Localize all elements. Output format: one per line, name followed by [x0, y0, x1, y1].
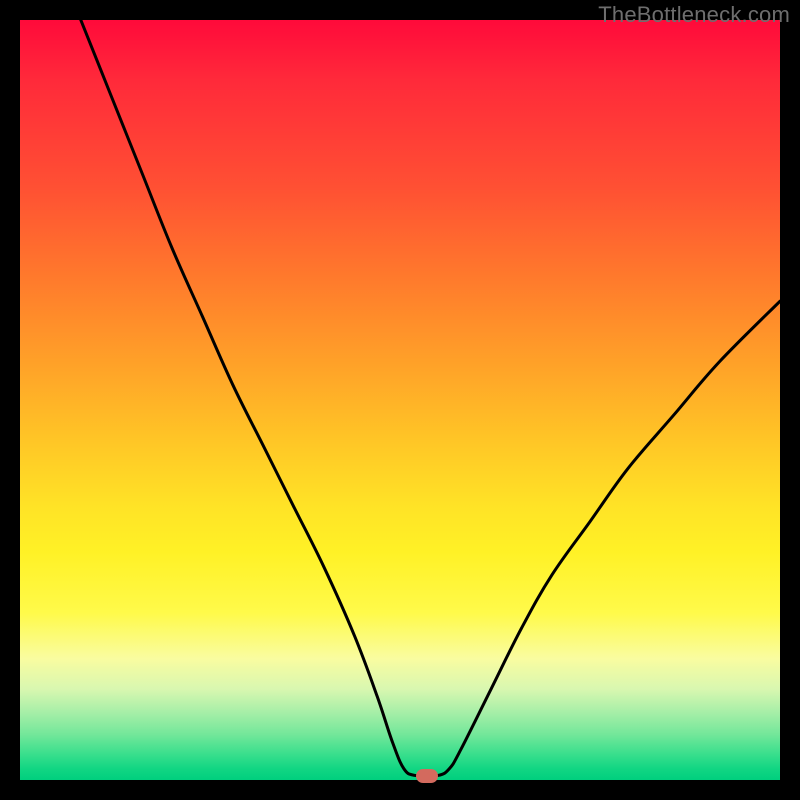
optimum-marker — [416, 769, 438, 783]
chart-container: TheBottleneck.com — [0, 0, 800, 800]
plot-area — [20, 20, 780, 780]
curve-path — [81, 20, 780, 776]
bottleneck-curve — [20, 20, 780, 780]
watermark: TheBottleneck.com — [598, 2, 790, 28]
